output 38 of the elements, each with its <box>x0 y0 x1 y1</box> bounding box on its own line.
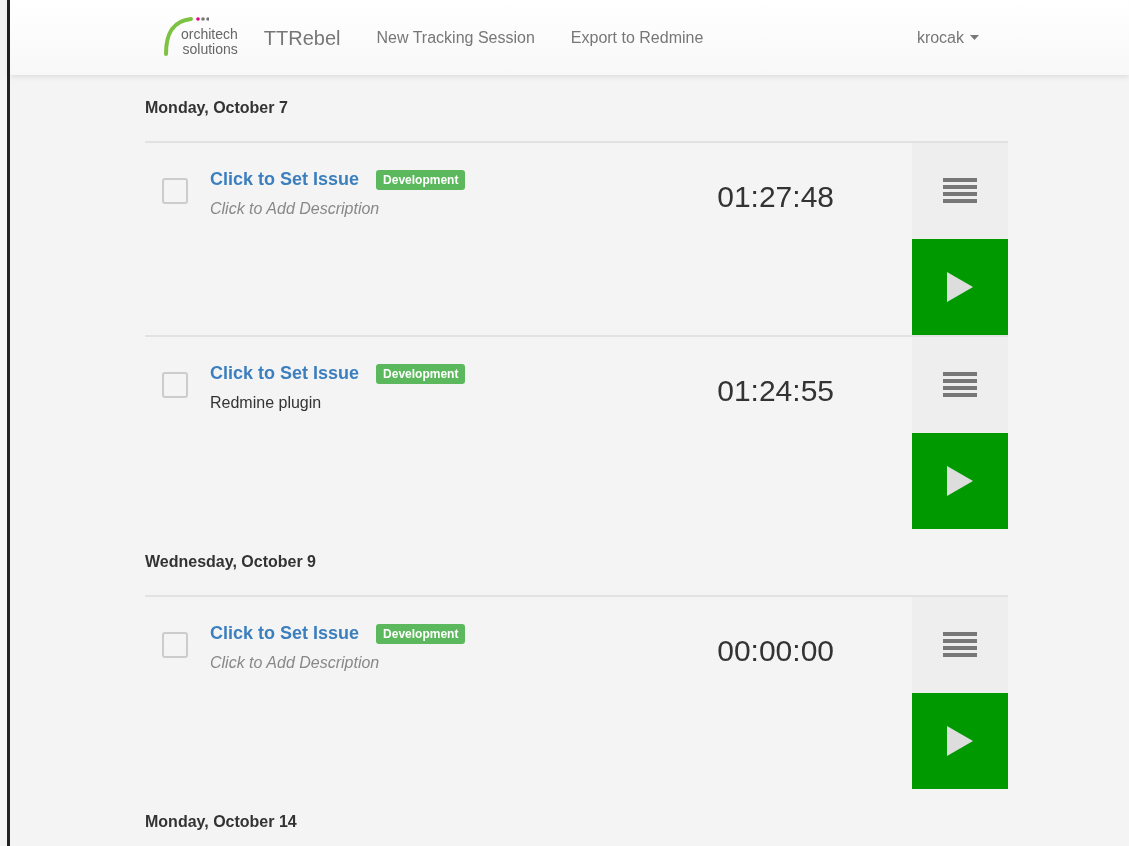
menu-button[interactable] <box>912 143 1008 239</box>
timer-value: 01:24:55 <box>717 373 835 409</box>
play-button[interactable] <box>912 239 1008 335</box>
menu-icon <box>943 632 977 658</box>
category-tag: Development <box>376 169 466 190</box>
play-button[interactable] <box>912 693 1008 789</box>
nav-link[interactable]: New Tracking Session <box>376 25 535 50</box>
menu-icon <box>943 178 977 204</box>
day-heading: Monday, October 7 <box>145 98 289 118</box>
day-heading: Monday, October 14 <box>145 812 298 832</box>
logo-text: orchitech <box>181 26 238 42</box>
set-issue-link[interactable]: Click to Set Issue <box>210 620 360 647</box>
menu-button[interactable] <box>912 597 1008 693</box>
day-heading: Wednesday, October 9 <box>145 552 317 572</box>
category-tag: Development <box>376 623 466 644</box>
play-icon <box>947 466 973 496</box>
set-issue-link[interactable]: Click to Set Issue <box>210 360 360 387</box>
play-icon <box>947 272 973 302</box>
description-text[interactable]: Redmine plugin <box>210 391 718 415</box>
menu-icon <box>943 372 977 398</box>
timer-value: 00:00:00 <box>717 633 835 669</box>
checkbox[interactable] <box>162 372 188 398</box>
brand-link[interactable]: TTRebel <box>263 22 341 53</box>
add-description-link[interactable]: Click to Add Description <box>210 651 718 675</box>
play-button[interactable] <box>912 433 1008 529</box>
user-menu[interactable]: krocak <box>916 25 979 50</box>
checkbox[interactable] <box>162 178 188 204</box>
timer-value: 01:27:48 <box>717 179 835 215</box>
caret-icon <box>970 35 979 40</box>
logo-text: solutions <box>182 41 238 57</box>
category-tag: Development <box>376 363 466 384</box>
set-issue-link[interactable]: Click to Set Issue <box>210 166 360 193</box>
play-icon <box>947 726 973 756</box>
company-logo[interactable]: orchitech solutions <box>163 15 238 60</box>
nav-link[interactable]: Export to Redmine <box>570 25 704 50</box>
checkbox[interactable] <box>162 632 188 658</box>
menu-button[interactable] <box>912 337 1008 433</box>
add-description-link[interactable]: Click to Add Description <box>210 197 718 221</box>
